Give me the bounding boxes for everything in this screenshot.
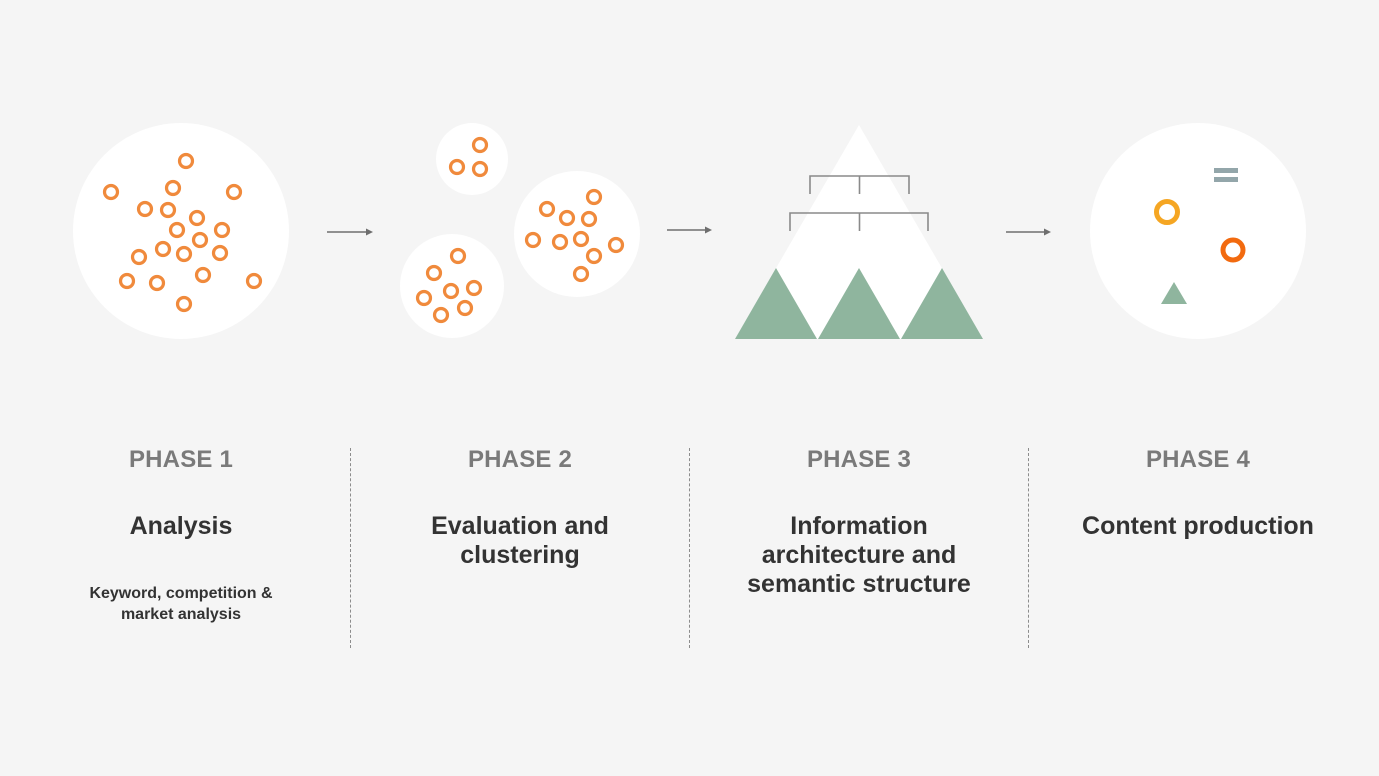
phase-title: Information architecture and semantic st… bbox=[747, 512, 971, 598]
phase-4-illustration bbox=[1090, 123, 1306, 339]
phase-4-column: PHASE 4 Content production bbox=[1048, 440, 1348, 541]
arrow-right-icon bbox=[327, 228, 373, 236]
process-illustrations bbox=[73, 123, 1306, 339]
content-circle bbox=[1090, 123, 1306, 339]
phase-label: PHASE 1 bbox=[128, 446, 234, 473]
phase-title: Content production bbox=[1082, 512, 1314, 540]
dashed-divider bbox=[1028, 448, 1029, 648]
phase-label: PHASE 2 bbox=[467, 446, 573, 473]
phase-title: Evaluation and clustering bbox=[431, 512, 609, 569]
phase-3-illustration bbox=[735, 125, 983, 339]
phase-label: PHASE 4 bbox=[1145, 446, 1251, 473]
dashed-divider bbox=[350, 448, 351, 648]
dashed-divider bbox=[689, 448, 690, 648]
phase-3-column: PHASE 3 Information architecture and sem… bbox=[709, 440, 1009, 599]
cluster-circle-small bbox=[436, 123, 508, 195]
phase-title: Analysis bbox=[129, 512, 233, 540]
phase-2-column: PHASE 2 Evaluation and clustering bbox=[370, 440, 670, 570]
phase-2-illustration bbox=[400, 123, 640, 338]
phase-1-illustration bbox=[73, 123, 289, 339]
phase-label: PHASE 3 bbox=[806, 446, 912, 473]
phase-1-column: PHASE 1 Analysis Keyword, competition & … bbox=[31, 440, 331, 625]
phase-description: Keyword, competition & market analysis bbox=[89, 585, 273, 623]
arrow-right-icon bbox=[1006, 228, 1051, 236]
arrow-right-icon bbox=[667, 226, 712, 234]
